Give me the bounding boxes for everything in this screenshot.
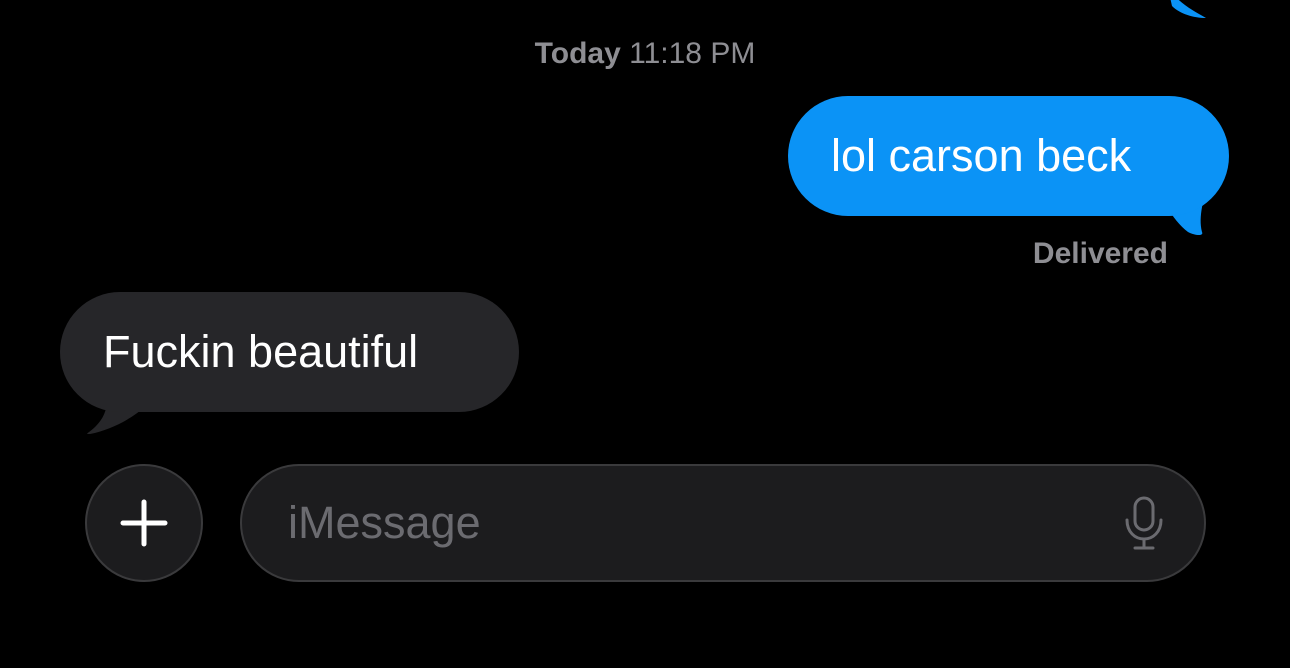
outgoing-message-text: lol carson beck <box>831 130 1132 181</box>
incoming-message-text: Fuckin beautiful <box>103 326 419 377</box>
add-attachment-button[interactable] <box>85 464 203 582</box>
imessage-input[interactable] <box>288 466 1108 580</box>
outgoing-message-bubble[interactable]: lol carson beck <box>788 96 1229 216</box>
incoming-message-bubble[interactable]: Fuckin beautiful <box>60 292 519 412</box>
timestamp-time: 11:18 PM <box>629 37 756 70</box>
message-composer[interactable] <box>240 464 1206 582</box>
timestamp-day: Today <box>534 37 621 70</box>
plus-icon <box>120 499 168 547</box>
delivery-status: Delivered <box>1032 237 1168 270</box>
previous-bubble-tail <box>1170 0 1206 18</box>
conversation-timestamp: Today 11:18 PM <box>0 36 1290 72</box>
microphone-icon[interactable] <box>1122 496 1166 552</box>
